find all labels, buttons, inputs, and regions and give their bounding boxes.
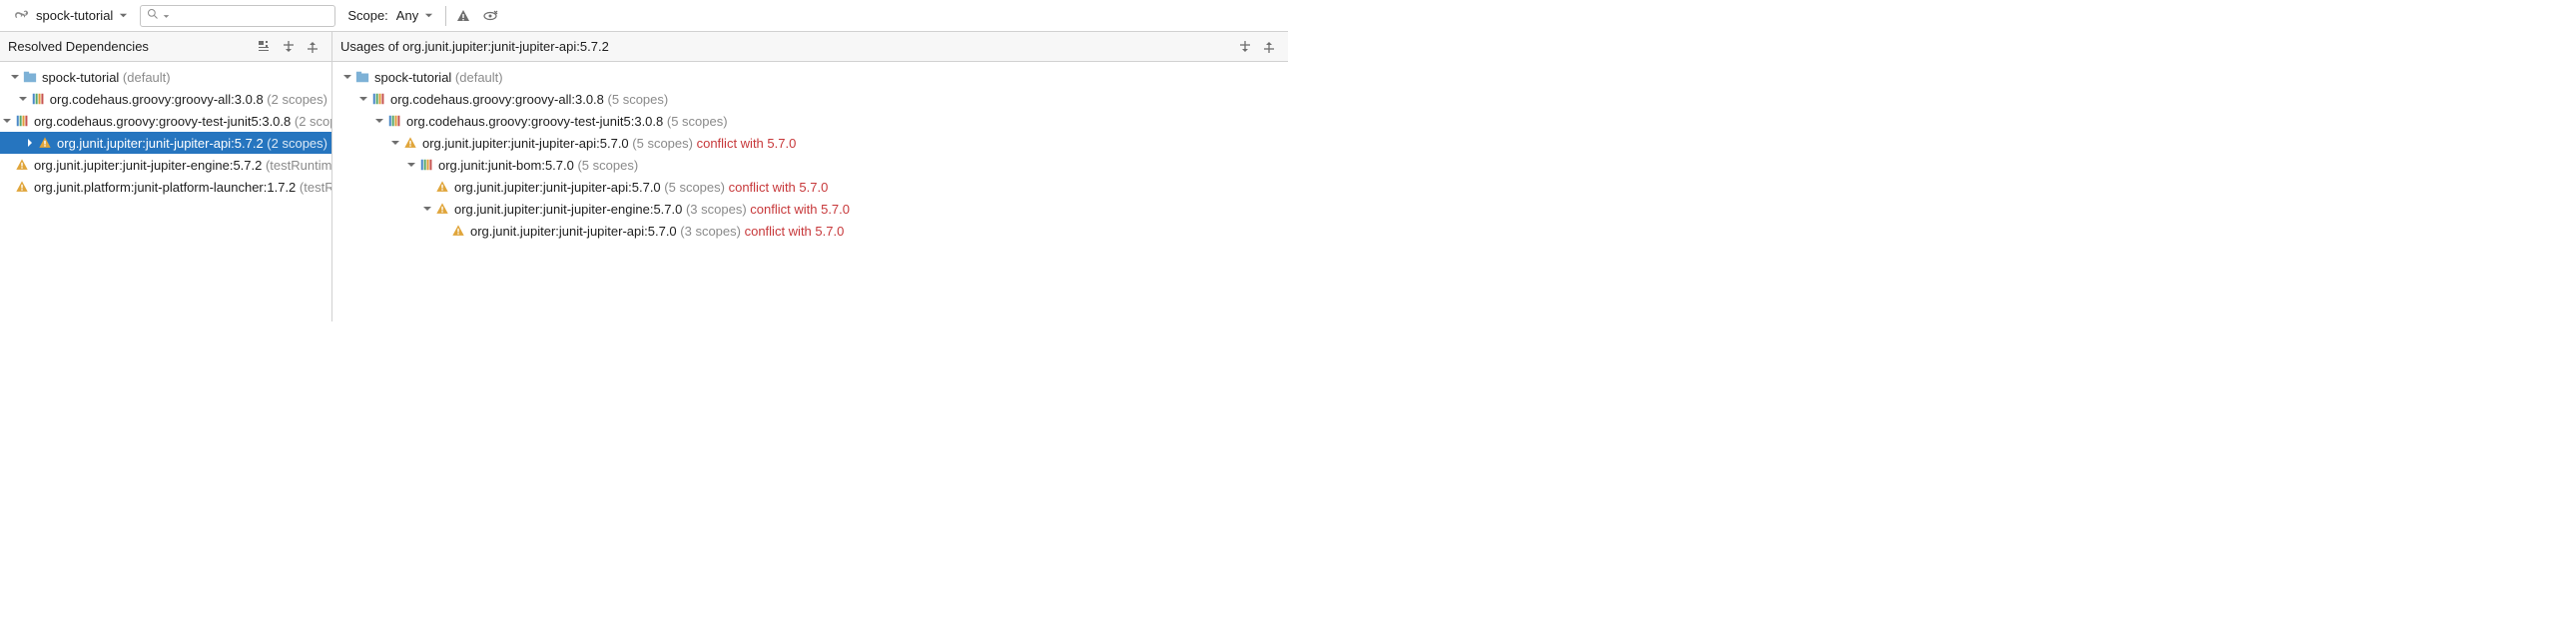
module-icon [354,69,370,85]
chevron-right-icon[interactable] [23,136,37,150]
chevron-down-icon [119,8,128,23]
tree-node-label: org.junit.jupiter:junit-jupiter-engine:5… [34,158,331,173]
show-warnings-button[interactable] [452,5,474,27]
left-panel-title: Resolved Dependencies [8,39,149,54]
tree-row[interactable]: org.junit.jupiter:junit-jupiter-engine:5… [332,198,1288,220]
main-split: Resolved Dependencies spock-tutorial (de… [0,32,1288,322]
tree-row[interactable]: org.junit.jupiter:junit-jupiter-api:5.7.… [0,132,331,154]
warning-icon [14,179,30,195]
project-selector[interactable]: spock-tutorial [8,6,134,26]
search-input[interactable] [174,9,328,23]
project-name: spock-tutorial [36,8,113,23]
module-icon [22,69,38,85]
collapse-all-button[interactable] [1258,36,1280,58]
search-icon [147,8,159,23]
chevron-down-icon[interactable] [0,114,14,128]
library-icon [370,91,386,107]
tree-node-label: org.junit.jupiter:junit-jupiter-api:5.7.… [454,180,828,195]
tree-node-label: org.junit.jupiter:junit-jupiter-engine:5… [454,202,850,217]
chevron-placeholder [420,180,434,194]
tree-row[interactable]: org.junit:junit-bom:5.7.0 (5 scopes) [332,154,1288,176]
tree-node-label: org.codehaus.groovy:groovy-all:3.0.8 (5 … [390,92,668,107]
search-input-container[interactable] [140,5,335,27]
left-panel-header: Resolved Dependencies [0,32,331,62]
tree-row[interactable]: org.junit.jupiter:junit-jupiter-engine:5… [0,154,331,176]
usages-panel: Usages of org.junit.jupiter:junit-jupite… [332,32,1288,322]
chevron-down-icon[interactable] [372,114,386,128]
chevron-placeholder [436,224,450,238]
dependencies-tree[interactable]: spock-tutorial (default) org.codehaus.gro… [0,62,331,322]
gradle-icon [14,8,30,24]
tree-node-label: org.codehaus.groovy:groovy-test-junit5:3… [406,114,728,129]
expand-all-button[interactable] [278,36,300,58]
library-icon [386,113,402,129]
warning-icon [14,157,30,173]
scope-value: Any [396,8,418,23]
chevron-down-icon[interactable] [404,158,418,172]
warning-icon [434,179,450,195]
chevron-down-icon[interactable] [388,136,402,150]
tree-row[interactable]: org.codehaus.groovy:groovy-all:3.0.8 (5 … [332,88,1288,110]
tree-row[interactable]: org.codehaus.groovy:groovy-all:3.0.8 (2 … [0,88,331,110]
right-panel-header: Usages of org.junit.jupiter:junit-jupite… [332,32,1288,62]
tree-row[interactable]: org.codehaus.groovy:groovy-test-junit5:3… [0,110,331,132]
chevron-down-icon[interactable] [8,70,22,84]
scope-selector[interactable]: Scope: Any [341,8,439,23]
chevron-placeholder [0,158,14,172]
chevron-placeholder [0,180,14,194]
tree-node-label: org.junit.jupiter:junit-jupiter-api:5.7.… [470,224,844,239]
toolbar-divider [445,6,446,26]
tree-row[interactable]: spock-tutorial (default) [0,66,331,88]
library-icon [30,91,46,107]
scope-label: Scope: [347,8,387,23]
tree-node-label: org.codehaus.groovy:groovy-test-junit5:3… [34,114,331,129]
show-usages-button[interactable] [480,5,502,27]
chevron-down-icon[interactable] [356,92,370,106]
right-panel-title: Usages of org.junit.jupiter:junit-jupite… [340,39,609,54]
warning-icon [402,135,418,151]
resolved-dependencies-panel: Resolved Dependencies spock-tutorial (de… [0,32,332,322]
tree-node-label: spock-tutorial (default) [374,70,503,85]
chevron-down-icon [424,8,433,23]
library-icon [14,113,30,129]
tree-node-label: spock-tutorial (default) [42,70,171,85]
usages-tree[interactable]: spock-tutorial (default) org.codehaus.gro… [332,62,1288,322]
tree-node-label: org.codehaus.groovy:groovy-all:3.0.8 (2 … [50,92,327,107]
chevron-down-icon [163,8,170,23]
tree-node-label: org.junit.platform:junit-platform-launch… [34,180,331,195]
tree-row[interactable]: org.codehaus.groovy:groovy-test-junit5:3… [332,110,1288,132]
expand-all-button[interactable] [1234,36,1256,58]
warning-icon [434,201,450,217]
left-panel-actions [254,36,323,58]
toolbar: spock-tutorial Scope: Any [0,0,1288,32]
tree-row[interactable]: org.junit.platform:junit-platform-launch… [0,176,331,198]
warning-icon [37,135,53,151]
tree-row[interactable]: spock-tutorial (default) [332,66,1288,88]
warning-icon [450,223,466,239]
right-panel-actions [1234,36,1280,58]
show-as-tree-button[interactable] [254,36,276,58]
tree-row[interactable]: org.junit.jupiter:junit-jupiter-api:5.7.… [332,220,1288,242]
tree-node-label: org.junit.jupiter:junit-jupiter-api:5.7.… [57,136,327,151]
library-icon [418,157,434,173]
tree-node-label: org.junit:junit-bom:5.7.0 (5 scopes) [438,158,638,173]
chevron-down-icon[interactable] [420,202,434,216]
chevron-down-icon[interactable] [340,70,354,84]
tree-row[interactable]: org.junit.jupiter:junit-jupiter-api:5.7.… [332,132,1288,154]
tree-node-label: org.junit.jupiter:junit-jupiter-api:5.7.… [422,136,796,151]
tree-row[interactable]: org.junit.jupiter:junit-jupiter-api:5.7.… [332,176,1288,198]
chevron-down-icon[interactable] [16,92,30,106]
collapse-all-button[interactable] [302,36,323,58]
